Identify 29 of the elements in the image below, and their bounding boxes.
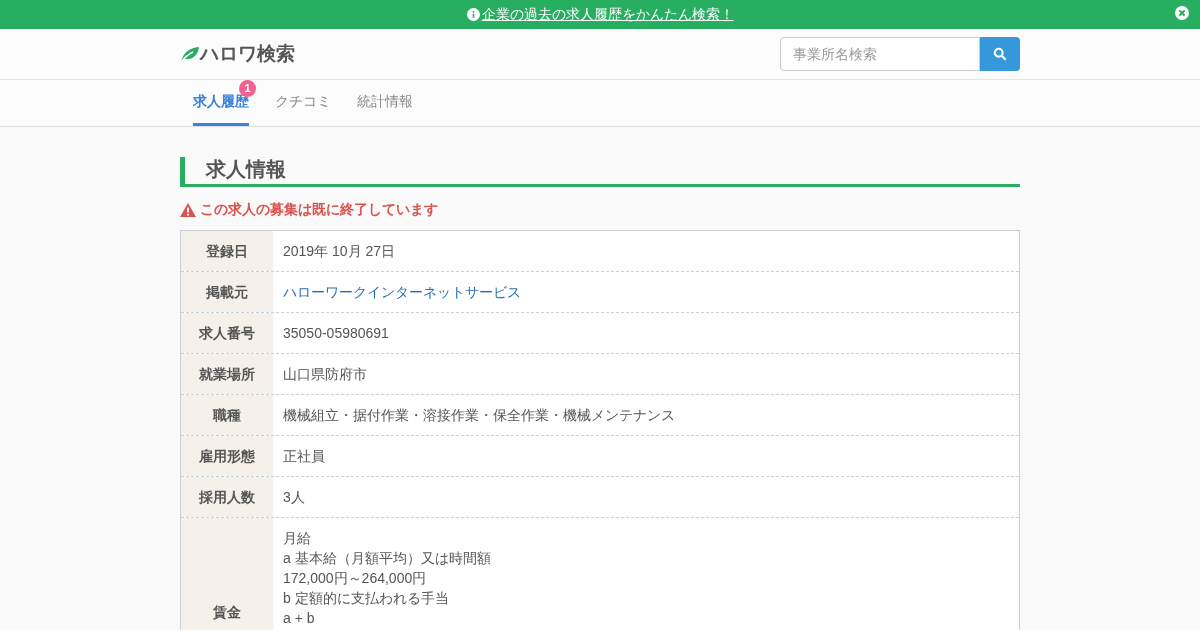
- warning-message: この求人の募集は既に終了しています: [200, 200, 438, 219]
- value-cell-text: 3人: [282, 487, 306, 507]
- banner-link[interactable]: 企業の過去の求人履歴をかんたん検索！: [481, 4, 734, 25]
- info-icon: [466, 8, 480, 21]
- label-cell: 職種: [181, 395, 273, 435]
- search-button[interactable]: [980, 37, 1020, 71]
- nav-tab[interactable]: 統計情報: [357, 80, 413, 126]
- value-cell-text: 35050-05980691: [282, 323, 390, 343]
- source-link[interactable]: ハローワークインターネットサービス: [283, 281, 521, 303]
- label-cell: 賃金: [181, 518, 273, 630]
- label-cell: 登録日: [181, 231, 273, 271]
- nav-tab[interactable]: クチコミ: [275, 80, 331, 126]
- section-title: 求人情報: [180, 157, 1020, 187]
- label-cell: 掲載元: [181, 272, 273, 312]
- label-cell: 就業場所: [181, 354, 273, 394]
- value-cell-text: 月給 a 基本給（月額平均）又は時間額 172,000円～264,000円 b 定額的に支払われる手当 a + b: [282, 529, 492, 628]
- value-cell-text: 2019年 10月 27日: [282, 241, 397, 261]
- leaf-icon: [180, 45, 200, 63]
- close-icon[interactable]: [1175, 6, 1189, 20]
- label-cell: 求人番号: [181, 313, 273, 353]
- search-icon: [993, 47, 1007, 61]
- label-cell: 雇用形態: [181, 436, 273, 476]
- site-logo[interactable]: ハロワ検索: [200, 39, 295, 69]
- label-cell: 採用人数: [181, 477, 273, 517]
- value-cell-text: 正社員: [282, 446, 326, 466]
- warning-icon: [180, 202, 196, 217]
- value-cell-text: 山口県防府市: [282, 364, 368, 384]
- search-field[interactable]: 事業所名検索: [780, 37, 980, 71]
- value-cell-text: 機械組立・据付作業・溶接作業・保全作業・機械メンテナンス: [282, 405, 676, 425]
